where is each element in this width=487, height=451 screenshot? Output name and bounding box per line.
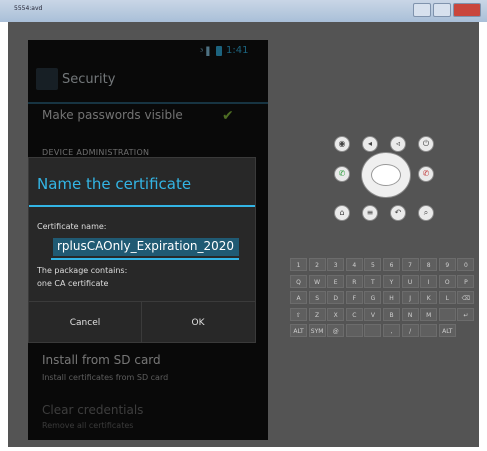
key-row4-4[interactable]: V (364, 307, 382, 321)
name-certificate-dialog: Name the certificate Certificate name: r… (28, 157, 256, 343)
ok-button[interactable]: OK (142, 302, 254, 343)
key-row1-7[interactable]: 8 (420, 258, 438, 271)
key-row5-6[interactable]: / (401, 324, 419, 337)
dialog-button-bar: Cancel OK (29, 301, 255, 343)
key-row3-6[interactable]: J (401, 291, 419, 304)
close-button[interactable] (453, 3, 481, 17)
phone-screen: ³▐ 1:41 Security Make passwords visible … (28, 40, 268, 440)
certificate-name-value: rplusCAOnly_Expiration_2020 (57, 239, 235, 253)
search-icon[interactable]: ⌕ (418, 205, 434, 221)
camera-icon[interactable]: ◉ (334, 136, 350, 152)
power-icon[interactable]: ⏻ (418, 136, 434, 152)
key-row3-3[interactable]: F (345, 291, 363, 304)
window-titlebar: 5554:avd (0, 0, 487, 22)
key-row1-3[interactable]: 4 (345, 258, 363, 271)
key-row2-4[interactable]: T (364, 274, 382, 288)
key-row4-6[interactable]: N (401, 307, 419, 321)
back-icon[interactable]: ↶ (390, 205, 406, 221)
cancel-button[interactable]: Cancel (29, 302, 142, 343)
key-row2-7[interactable]: I (420, 274, 438, 288)
key-row1-9[interactable]: 0 (457, 258, 475, 271)
key-row3-9[interactable]: ⌫ (457, 291, 475, 304)
key-row2-5[interactable]: Y (383, 274, 400, 288)
key-row4-3[interactable]: C (345, 307, 363, 321)
key-row3-8[interactable]: L (438, 291, 456, 304)
key-row1-0[interactable]: 1 (290, 258, 307, 271)
key-row2-0[interactable]: Q (290, 274, 307, 288)
key-row2-2[interactable]: E (327, 274, 345, 288)
window-title: 5554:avd (14, 5, 43, 12)
key-row3-0[interactable]: A (290, 291, 307, 304)
key-row5-1[interactable]: SYM (308, 324, 326, 337)
key-row4-8[interactable] (438, 307, 456, 321)
key-row1-8[interactable]: 9 (438, 258, 456, 271)
key-row2-3[interactable]: R (345, 274, 363, 288)
certificate-name-label: Certificate name: (37, 222, 107, 231)
key-row1-2[interactable]: 3 (327, 258, 345, 271)
key-row1-6[interactable]: 7 (401, 258, 419, 271)
volume-down-icon[interactable]: ◂ (362, 136, 378, 152)
key-row1-5[interactable]: 6 (383, 258, 400, 271)
key-row5-0[interactable]: ALT (290, 324, 307, 337)
key-row5-2[interactable]: @ (327, 324, 345, 337)
key-row2-1[interactable]: W (308, 274, 326, 288)
call-icon[interactable]: ✆ (334, 166, 350, 182)
dialog-title-divider (29, 205, 255, 207)
key-row4-0[interactable]: ⇧ (290, 307, 307, 321)
key-row5-5[interactable]: , (383, 324, 400, 337)
key-row4-5[interactable]: B (383, 307, 400, 321)
key-row4-7[interactable]: M (420, 307, 438, 321)
key-row5-8[interactable]: ALT (438, 324, 456, 337)
key-row3-5[interactable]: H (383, 291, 400, 304)
key-row5-7[interactable] (420, 324, 438, 337)
key-row2-9[interactable]: P (457, 274, 475, 288)
maximize-button[interactable] (433, 3, 451, 17)
key-row3-1[interactable]: S (308, 291, 326, 304)
minimize-button[interactable] (413, 3, 431, 17)
package-contains-label: The package contains: (37, 266, 128, 275)
window-controls (413, 3, 481, 17)
key-row3-2[interactable]: D (327, 291, 345, 304)
key-row2-8[interactable]: O (438, 274, 456, 288)
dialog-title: Name the certificate (37, 175, 192, 193)
key-row3-7[interactable]: K (420, 291, 438, 304)
menu-icon[interactable]: ≡ (362, 205, 378, 221)
dpad-center-button[interactable] (371, 164, 401, 186)
key-row3-4[interactable]: G (364, 291, 382, 304)
key-row1-1[interactable]: 2 (308, 258, 326, 271)
emulator-keyboard: 1 2 3 4 5 6 7 8 9 0 Q W E R T Y U I O P A S D F G H J K L ⌫ ⇧ Z X C V B N M ↵ A… (290, 258, 478, 342)
key-row2-6[interactable]: U (401, 274, 419, 288)
key-row4-9[interactable]: ↵ (457, 307, 475, 321)
key-row4-1[interactable]: Z (308, 307, 326, 321)
volume-up-icon[interactable]: ◃ (390, 136, 406, 152)
key-row1-4[interactable]: 5 (364, 258, 382, 271)
home-icon[interactable]: ⌂ (334, 205, 350, 221)
key-row5-3[interactable] (345, 324, 363, 337)
package-contents: one CA certificate (37, 279, 109, 288)
end-call-icon[interactable]: ✆ (418, 166, 434, 182)
key-row4-2[interactable]: X (327, 307, 345, 321)
key-row5-4[interactable] (364, 324, 382, 337)
